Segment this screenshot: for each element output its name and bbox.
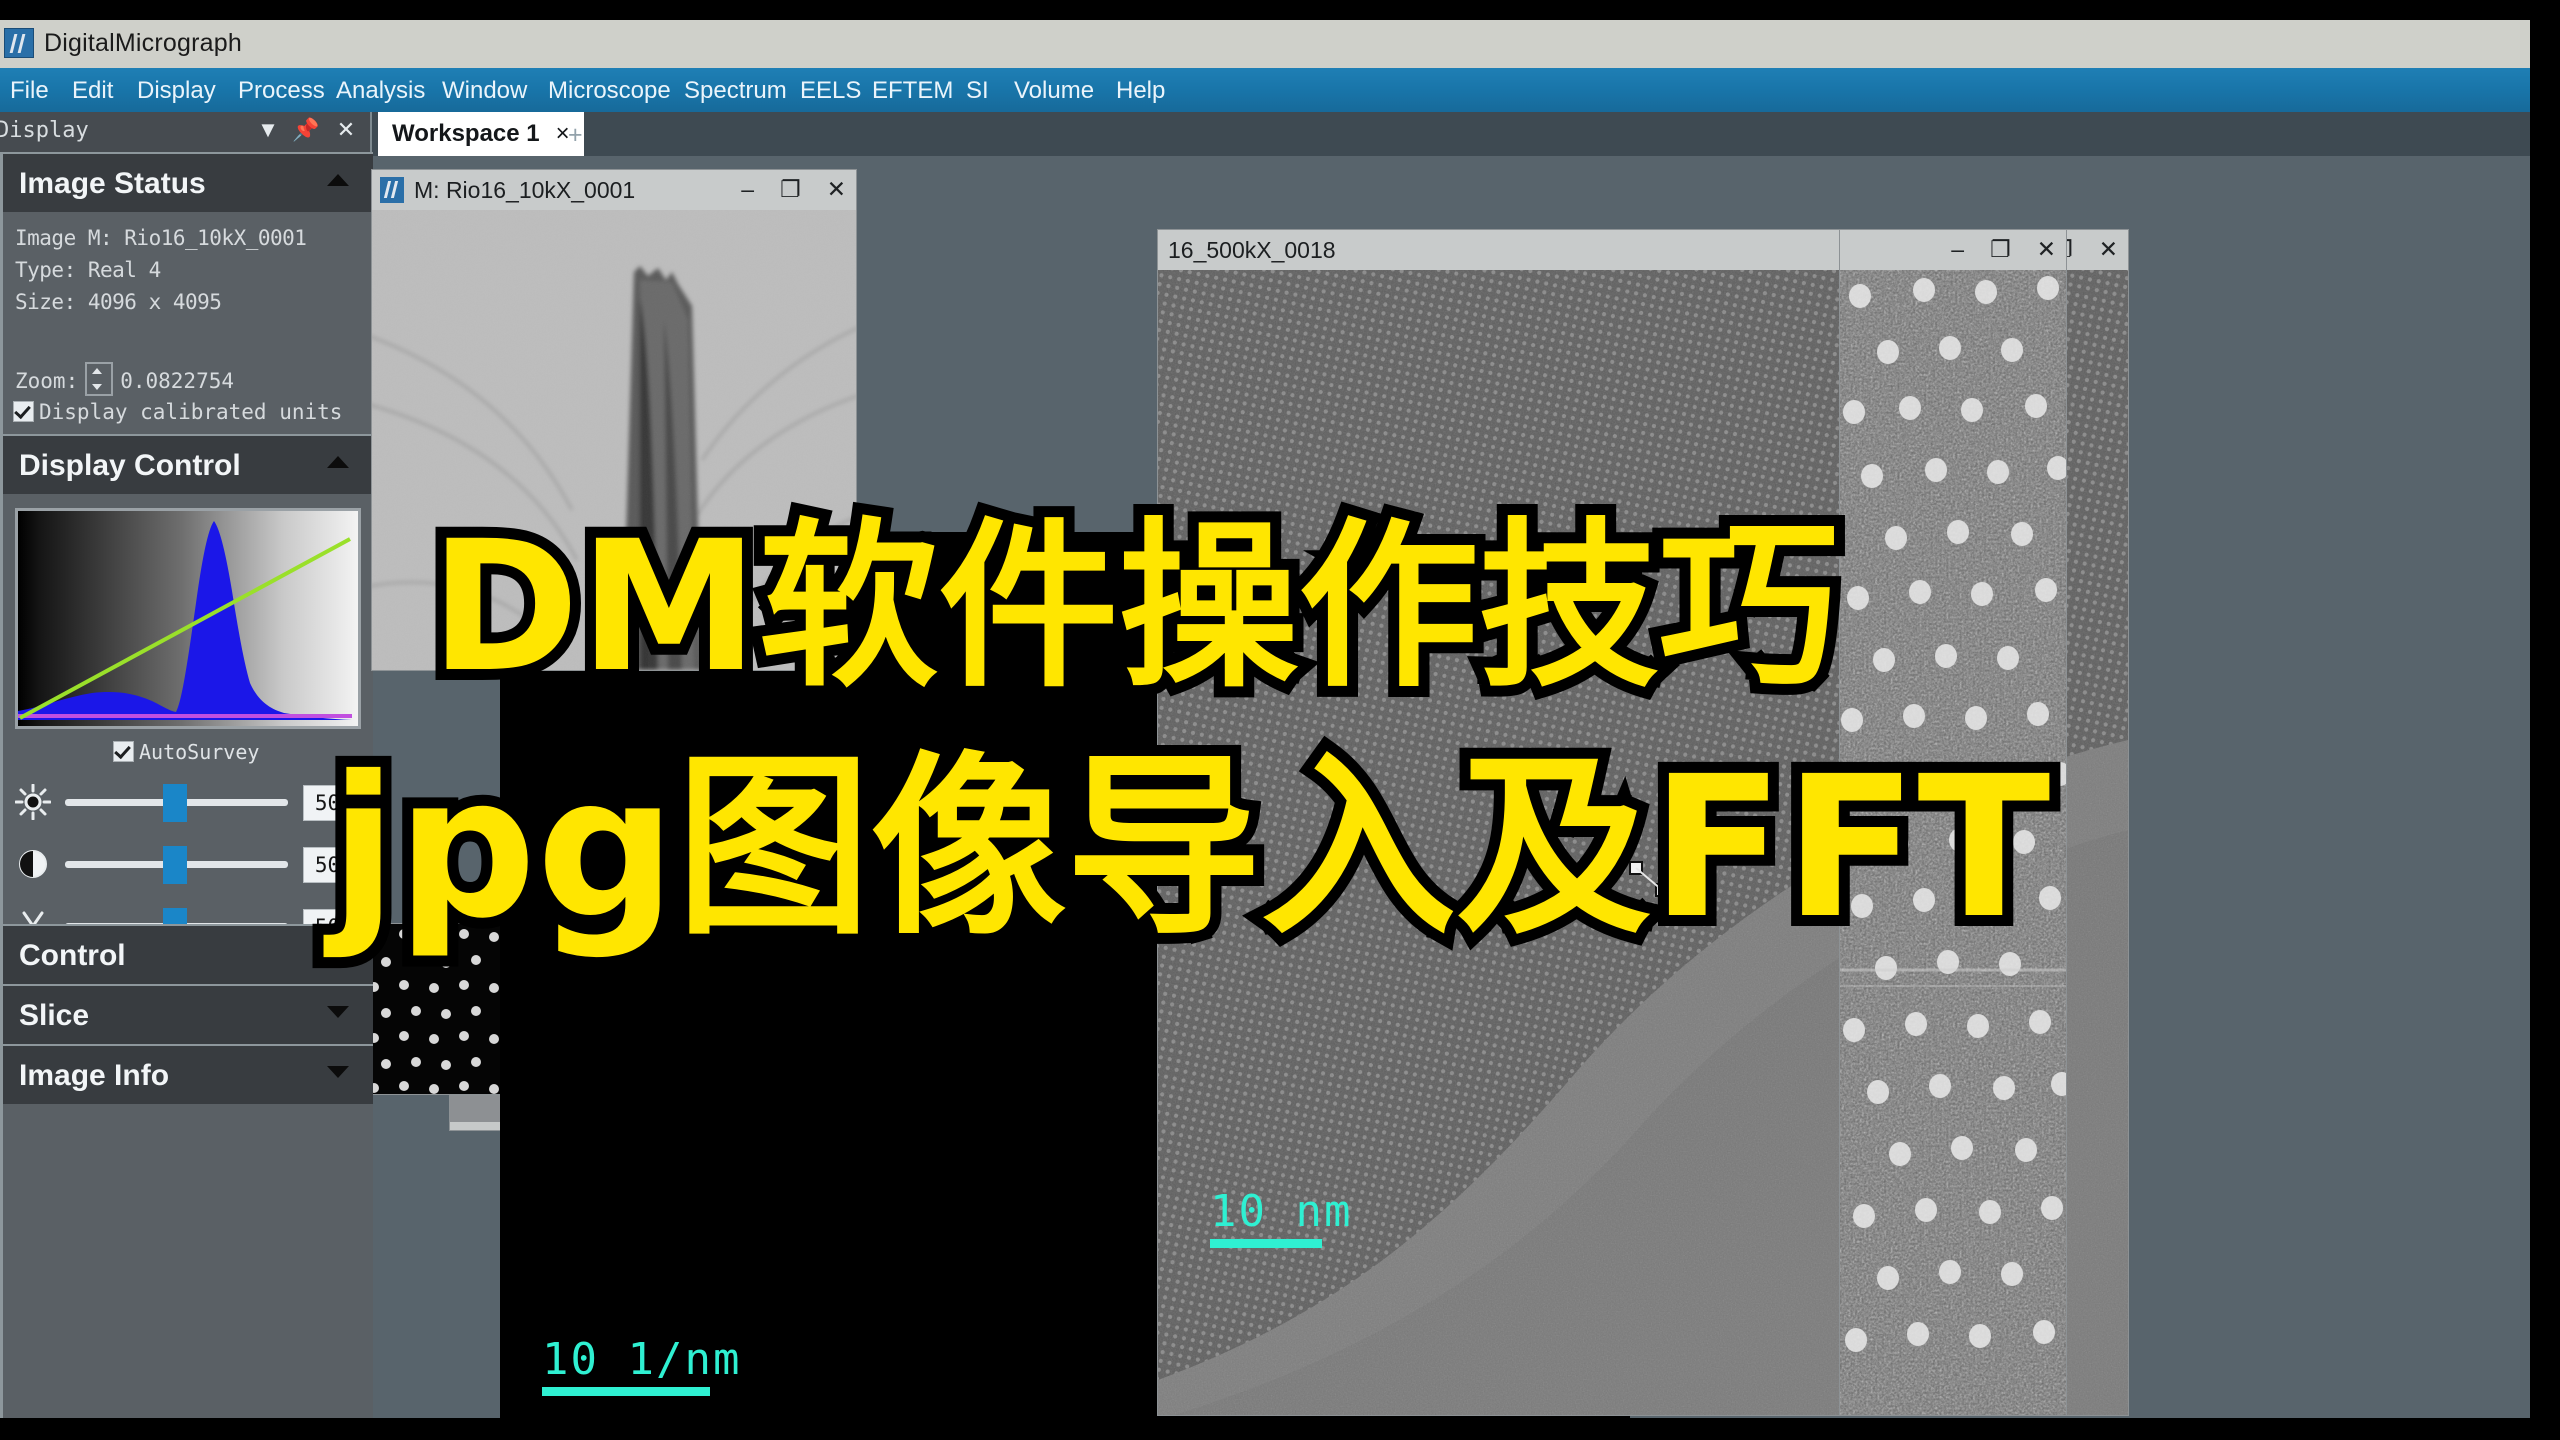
image-status-image-line: Image M: Rio16_10kX_0001 <box>15 226 307 250</box>
zoom-row: Zoom: 0.0822754 <box>15 362 234 396</box>
window-titlebar-fft[interactable]: – ❐ ✕ <box>1840 230 2066 270</box>
calibrated-units-label: Display calibrated units <box>39 400 343 424</box>
section-title-display-control: Display Control <box>19 449 241 482</box>
window-titlebar-10kx[interactable]: M: Rio16_10kX_0001 – ❐ ✕ <box>372 170 856 210</box>
maximize-icon-fft[interactable]: ❐ <box>1990 234 2011 264</box>
image-status-body: Image M: Rio16_10kX_0001 Type: Real 4 Si… <box>3 212 373 434</box>
app-title: DigitalMicrograph <box>44 29 242 57</box>
dock-title: Display <box>0 118 89 143</box>
close-icon-fft[interactable]: ✕ <box>2037 234 2056 264</box>
display-dock-panel: Display ▼ 📌 ✕ Image Status Image M: Rio1… <box>0 112 373 1418</box>
section-title-image-info: Image Info <box>19 1059 170 1092</box>
dock-body: Image Status Image M: Rio16_10kX_0001 Ty… <box>0 152 373 1418</box>
scalebar-10nm-line <box>1210 1239 1322 1248</box>
section-title-slice: Slice <box>19 999 90 1032</box>
screenshot-root: DigitalMicrograph File Edit Display Proc… <box>0 0 2560 1440</box>
image-canvas-10kx[interactable] <box>372 210 856 670</box>
zoom-label: Zoom: <box>15 369 79 393</box>
fft-image <box>1840 270 2066 1415</box>
workspace-area: Workspace 1 × + 16_500kX_0018 ✕ 10 nm – … <box>366 112 2530 1418</box>
brightness-value[interactable]: 50 <box>303 785 352 821</box>
window-titlebar: DigitalMicrograph <box>0 20 2530 68</box>
section-title-image-status: Image Status <box>19 167 206 200</box>
image-status-size-line: Size: 4096 x 4095 <box>15 290 222 314</box>
histogram-chart <box>18 521 352 720</box>
add-tab-icon[interactable]: + <box>568 121 583 150</box>
brightness-slider-row[interactable]: 50 <box>3 772 373 832</box>
calibrated-units-checkbox[interactable] <box>13 401 34 422</box>
workspace-tabstrip: Workspace 1 × + <box>372 112 2530 156</box>
menu-item-eftem[interactable]: EFTEM <box>872 77 953 105</box>
image-status-type-line: Type: Real 4 <box>15 258 161 282</box>
minimize-icon-fft[interactable]: – <box>1951 234 1964 264</box>
window-icon-10kx <box>380 177 404 203</box>
chevron-up-icon-display-control[interactable] <box>327 456 349 468</box>
menu-bar: File Edit Display Process Analysis Windo… <box>0 68 2530 112</box>
maximize-icon-10kx[interactable]: ❐ <box>780 174 801 204</box>
autosurvey-label: AutoSurvey <box>139 740 260 764</box>
chevron-down-icon-image-info[interactable] <box>327 1066 349 1078</box>
tem-image-10kx <box>372 210 856 670</box>
close-icon[interactable]: ✕ <box>332 116 360 144</box>
close-icon-10kx[interactable]: ✕ <box>827 174 846 204</box>
pin-icon[interactable]: 📌 <box>292 116 320 144</box>
brightness-slider-knob[interactable] <box>163 784 187 822</box>
autosurvey-row[interactable]: AutoSurvey <box>113 740 259 764</box>
chevron-down-icon-slice[interactable] <box>327 1006 349 1018</box>
section-header-display-control[interactable]: Display Control <box>3 434 373 494</box>
calibrated-units-row[interactable]: Display calibrated units <box>13 400 342 424</box>
window-title-500kx: 16_500kX_0018 <box>1168 237 1336 263</box>
window-fft[interactable]: – ❐ ✕ <box>1840 230 2066 1415</box>
section-header-image-info[interactable]: Image Info <box>3 1044 373 1104</box>
menu-item-process[interactable]: Process <box>238 77 325 105</box>
menu-item-window[interactable]: Window <box>442 77 527 105</box>
scalebar-10invnm-label: 10 1/nm <box>542 1334 742 1385</box>
window-controls-10kx[interactable]: – ❐ ✕ <box>741 174 846 204</box>
tab-workspace-1[interactable]: Workspace 1 × <box>378 112 584 156</box>
scalebar-10invnm: 10 1/nm <box>542 1334 741 1396</box>
menu-item-spectrum[interactable]: Spectrum <box>684 77 787 105</box>
zoom-value: 0.0822754 <box>120 369 235 393</box>
chevron-down-icon[interactable]: ▼ <box>254 116 282 144</box>
chevron-up-icon-image-status[interactable] <box>327 174 349 186</box>
section-header-slice[interactable]: Slice <box>3 984 373 1044</box>
close-icon-500kx[interactable]: ✕ <box>2099 234 2118 264</box>
window-rio16-10kx[interactable]: M: Rio16_10kX_0001 – ❐ ✕ <box>372 170 856 670</box>
scalebar-10invnm-line <box>542 1387 710 1396</box>
menu-item-display[interactable]: Display <box>137 77 216 105</box>
menu-item-help[interactable]: Help <box>1116 77 1165 105</box>
contrast-icon <box>19 850 47 878</box>
menu-item-si[interactable]: SI <box>966 77 989 105</box>
chevron-down-icon-control[interactable] <box>327 946 349 958</box>
menu-item-volume[interactable]: Volume <box>1014 77 1094 105</box>
dock-header: Display ▼ 📌 ✕ <box>0 112 370 152</box>
window-title-10kx: M: Rio16_10kX_0001 <box>414 177 636 203</box>
scalebar-10nm: 10 nm <box>1210 1186 1352 1248</box>
menu-item-file[interactable]: File <box>10 77 49 105</box>
section-header-control[interactable]: Control <box>3 924 373 984</box>
image-canvas-fft[interactable] <box>1840 270 2066 1415</box>
section-header-image-status[interactable]: Image Status <box>3 152 373 212</box>
section-title-control: Control <box>19 939 126 972</box>
menu-item-eels[interactable]: EELS <box>800 77 861 105</box>
minimize-icon-10kx[interactable]: – <box>741 174 754 204</box>
contrast-slider-knob[interactable] <box>163 846 187 884</box>
scalebar-10nm-label: 10 nm <box>1210 1186 1353 1237</box>
menu-item-analysis[interactable]: Analysis <box>336 77 425 105</box>
dm-app-icon <box>4 28 34 58</box>
contrast-value[interactable]: 50 <box>303 847 352 883</box>
brightness-icon <box>15 784 51 820</box>
contrast-slider-row[interactable]: 50 <box>3 834 373 894</box>
letterbox-bottom <box>0 1418 2560 1440</box>
display-control-body: AutoSurvey 50 50 <box>3 494 373 946</box>
letterbox-top <box>0 0 2560 20</box>
application-window: DigitalMicrograph File Edit Display Proc… <box>0 20 2530 1418</box>
menu-item-microscope[interactable]: Microscope <box>548 77 671 105</box>
histogram-widget[interactable] <box>15 508 361 729</box>
window-controls-fft[interactable]: – ❐ ✕ <box>1951 234 2056 264</box>
menu-item-edit[interactable]: Edit <box>72 77 113 105</box>
autosurvey-checkbox[interactable] <box>113 741 134 762</box>
tab-label: Workspace 1 <box>392 120 540 147</box>
zoom-stepper[interactable] <box>85 362 114 396</box>
